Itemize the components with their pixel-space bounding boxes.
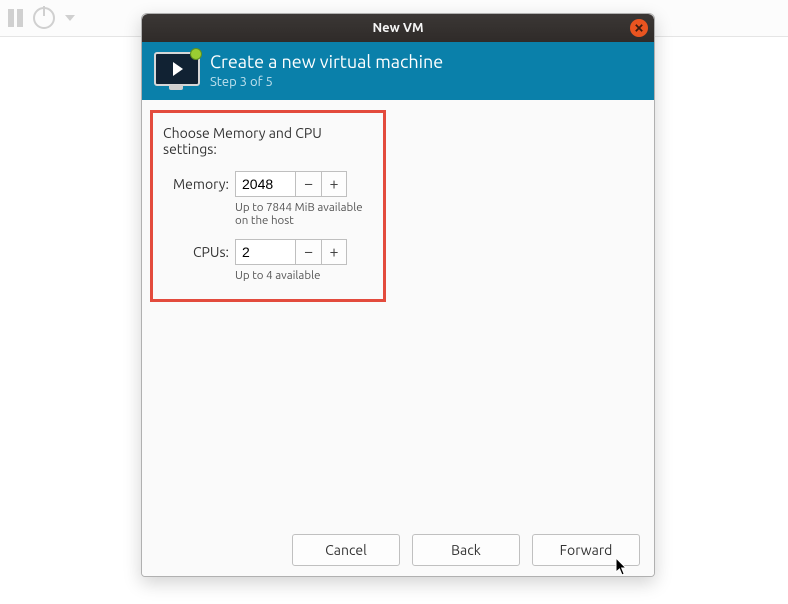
banner-heading: Create a new virtual machine [210, 53, 443, 73]
wizard-content: Choose Memory and CPU settings: Memory: … [142, 100, 654, 524]
cpus-input[interactable] [235, 239, 295, 265]
section-label: Choose Memory and CPU settings: [163, 125, 373, 157]
cpus-spinbox: − + [235, 239, 347, 265]
memory-label: Memory: [163, 176, 229, 192]
cpus-row: CPUs: − + [163, 239, 373, 265]
back-button[interactable]: Back [412, 534, 520, 566]
memory-decrement-button[interactable]: − [295, 171, 321, 197]
highlighted-settings-region: Choose Memory and CPU settings: Memory: … [150, 110, 386, 302]
memory-row: Memory: − + [163, 171, 373, 197]
banner-text: Create a new virtual machine Step 3 of 5 [210, 53, 443, 89]
button-bar: Cancel Back Forward [142, 524, 654, 576]
new-vm-dialog: New VM Create a new virtual machine Step… [141, 13, 655, 577]
power-icon[interactable] [33, 7, 55, 29]
vm-monitor-icon [154, 52, 198, 90]
wizard-banner: Create a new virtual machine Step 3 of 5 [142, 42, 654, 100]
cpus-hint: Up to 4 available [235, 269, 373, 282]
memory-spinbox: − + [235, 171, 347, 197]
dropdown-caret-icon[interactable] [65, 15, 75, 21]
cpus-label: CPUs: [163, 244, 229, 260]
cancel-button[interactable]: Cancel [292, 534, 400, 566]
forward-button[interactable]: Forward [532, 534, 640, 566]
window-title: New VM [372, 21, 423, 35]
banner-step: Step 3 of 5 [210, 75, 443, 89]
close-icon [635, 24, 643, 32]
memory-input[interactable] [235, 171, 295, 197]
pause-icon[interactable] [8, 9, 23, 27]
cpus-decrement-button[interactable]: − [295, 239, 321, 265]
close-button[interactable] [630, 19, 648, 37]
cpus-increment-button[interactable]: + [321, 239, 347, 265]
memory-hint: Up to 7844 MiB available on the host [235, 201, 373, 227]
memory-increment-button[interactable]: + [321, 171, 347, 197]
titlebar: New VM [142, 14, 654, 42]
